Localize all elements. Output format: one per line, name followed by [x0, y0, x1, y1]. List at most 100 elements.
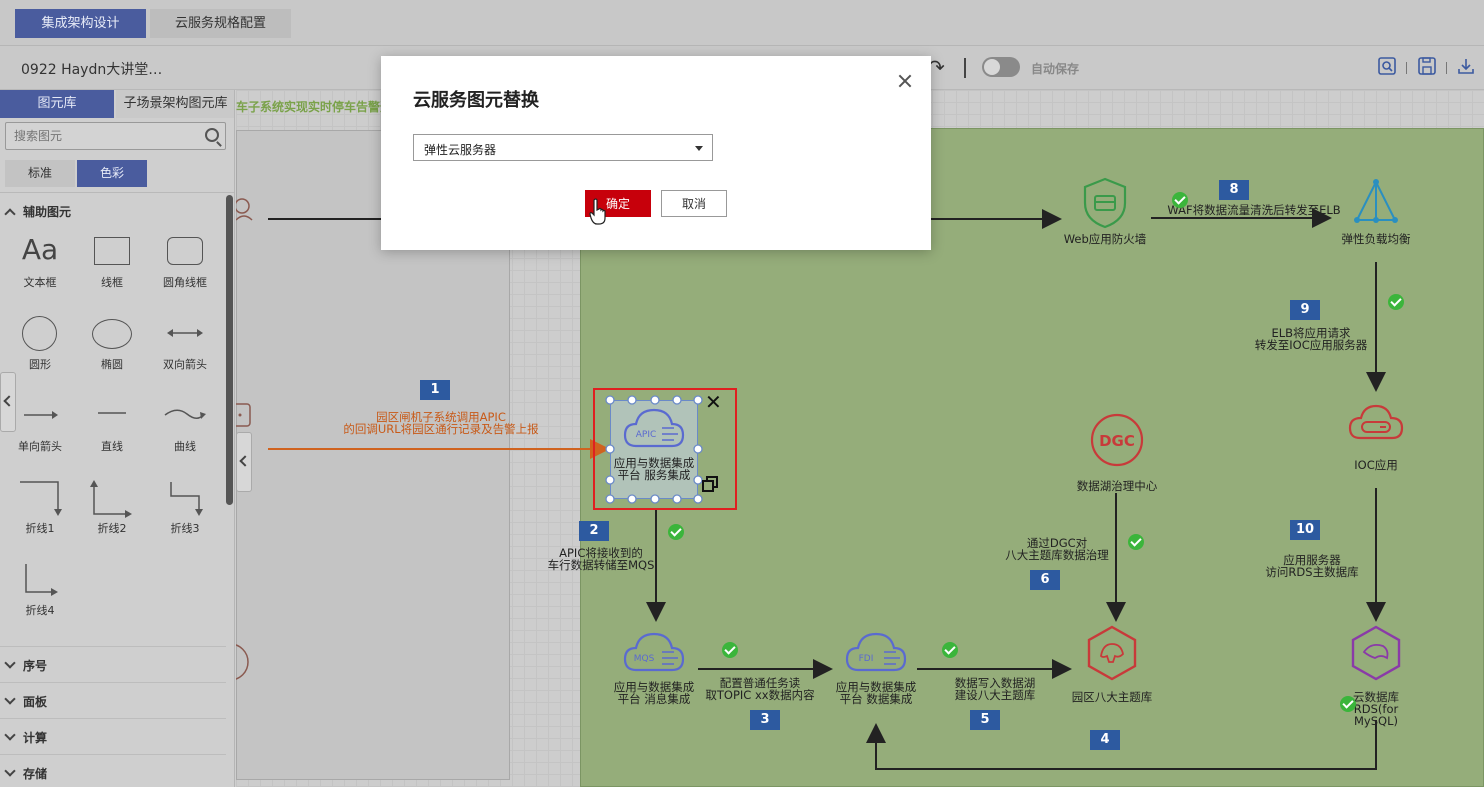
step-badge[interactable]: 8: [1219, 180, 1249, 200]
preview-icon[interactable]: [1377, 57, 1397, 77]
autosave-toggle[interactable]: [982, 57, 1020, 77]
node-label: Web应用防火墙: [1063, 232, 1147, 246]
text-glyph: Aa: [21, 233, 59, 266]
gate-device-icon[interactable]: [236, 402, 256, 432]
section-compute[interactable]: 计算: [4, 729, 47, 746]
chevron-down-icon: [4, 657, 16, 669]
node-waf[interactable]: Web应用防火墙: [1050, 176, 1160, 245]
cloud-service-select[interactable]: 弹性云服务器: [413, 134, 713, 161]
node-label: IOC应用: [1354, 458, 1398, 472]
shape-polyline-3[interactable]: 折线3: [155, 476, 215, 536]
section-storage[interactable]: 存储: [4, 765, 47, 782]
autosave-label: 自动保存: [1031, 62, 1080, 76]
top-tab-bar: 集成架构设计 云服务规格配置: [0, 0, 1484, 46]
shape-label: 圆角线框: [163, 276, 207, 289]
shape-circle[interactable]: 圆形: [10, 312, 70, 372]
shape-frame[interactable]: 线框: [82, 230, 142, 290]
section-aux-shapes[interactable]: 辅助图元: [4, 203, 71, 220]
polyline-icon: [82, 476, 142, 520]
tab-shape-library[interactable]: 图元库: [0, 90, 114, 118]
check-icon: [1340, 696, 1356, 712]
toolbar-divider: [1406, 62, 1407, 74]
polyline-icon: [10, 558, 70, 602]
shape-polyline-2[interactable]: 折线2: [82, 476, 142, 536]
shape-ellipse[interactable]: 椭圆: [82, 312, 142, 372]
shape-label: 圆形: [29, 358, 51, 371]
step-note[interactable]: ELB将应用请求 转发至IOC应用服务器: [1242, 327, 1380, 351]
step-note[interactable]: 通过DGC对 八大主题库数据治理: [992, 537, 1122, 561]
close-icon[interactable]: [898, 74, 912, 88]
collapse-left-handle[interactable]: [0, 372, 16, 432]
cancel-button[interactable]: 取消: [661, 190, 727, 217]
save-icon[interactable]: [1417, 57, 1437, 77]
shape-search-input[interactable]: [6, 123, 196, 149]
shape-label: 折线2: [97, 522, 127, 535]
shape-polyline-1[interactable]: 折线1: [10, 476, 70, 536]
step-badge[interactable]: 2: [579, 521, 609, 541]
step-badge[interactable]: 9: [1290, 300, 1320, 320]
shape-curve[interactable]: 曲线: [155, 394, 215, 454]
node-fdi[interactable]: FDI 应用与数据集成 平台 数据集成: [820, 628, 932, 705]
shape-textbox[interactable]: Aa 文本框: [10, 230, 70, 290]
step-note[interactable]: 园区闸机子系统调用APIC 的回调URL将园区通行记录及告警上报: [326, 411, 556, 435]
resize-handles[interactable]: [604, 394, 744, 509]
note-line: 转发至IOC应用服务器: [1254, 338, 1368, 352]
ellipse-shape-icon: [82, 312, 142, 356]
step-note[interactable]: 配置普通任务读 取TOPIC xx数据内容: [694, 677, 826, 701]
circle-shape-icon: [10, 312, 70, 356]
library-scrollbar[interactable]: [226, 195, 233, 505]
node-ioc[interactable]: IOC应用: [1328, 400, 1424, 471]
camera-icon[interactable]: [236, 638, 256, 688]
connector-line[interactable]: [866, 720, 1377, 770]
step-badge[interactable]: 4: [1090, 730, 1120, 750]
delete-node-icon[interactable]: ✕: [705, 390, 722, 414]
node-theme-lake[interactable]: 园区八大主题库: [1062, 624, 1162, 703]
section-panel[interactable]: 面板: [4, 693, 47, 710]
tab-cloud-spec-config[interactable]: 云服务规格配置: [150, 9, 291, 38]
copy-node-icon[interactable]: [702, 476, 718, 492]
step-badge[interactable]: 1: [420, 380, 450, 400]
curve-arrow-icon: [155, 394, 215, 438]
shield-icon: [1083, 177, 1127, 229]
node-label: 平台 数据集成: [839, 692, 913, 706]
note-line: 的回调URL将园区通行记录及告警上报: [343, 422, 539, 436]
step-note[interactable]: 数据写入数据湖 建设八大主题库: [930, 677, 1060, 701]
style-standard-button[interactable]: 标准: [5, 160, 75, 187]
double-arrow-icon: [155, 312, 215, 356]
icon-text: MQS: [634, 654, 655, 664]
shape-single-arrow[interactable]: 单向箭头: [10, 394, 70, 454]
shape-line[interactable]: 直线: [82, 394, 142, 454]
search-icon[interactable]: [205, 128, 219, 142]
divider: [0, 718, 226, 719]
step-badge[interactable]: 10: [1290, 520, 1320, 540]
collapse-library-handle[interactable]: [236, 432, 252, 492]
node-rds[interactable]: 云数据库 RDS(for MySQL): [1328, 624, 1424, 727]
shape-double-arrow[interactable]: 双向箭头: [155, 312, 215, 372]
shape-polyline-4[interactable]: 折线4: [10, 558, 70, 618]
download-icon[interactable]: [1456, 57, 1476, 77]
fdi-cloud-icon: FDI: [845, 632, 907, 672]
database-hexagon-icon: [1087, 625, 1137, 681]
line-icon: [82, 394, 142, 438]
load-balancer-icon: [1354, 179, 1398, 223]
arrow-right-icon: [10, 394, 70, 438]
dialog-title: 云服务图元替换: [413, 90, 539, 111]
shape-label: 直线: [101, 440, 123, 453]
chevron-down-icon: [4, 693, 16, 705]
shape-rounded-frame[interactable]: 圆角线框: [155, 230, 215, 290]
node-label: 数据湖治理中心: [1076, 479, 1158, 493]
step-note[interactable]: 应用服务器 访问RDS主数据库: [1252, 554, 1372, 578]
select-value: 弹性云服务器: [424, 143, 497, 157]
document-title[interactable]: 0922 Haydn大讲堂…: [21, 59, 162, 79]
step-badge[interactable]: 5: [970, 710, 1000, 730]
style-color-button[interactable]: 色彩: [77, 160, 147, 187]
step-badge[interactable]: 6: [1030, 570, 1060, 590]
tab-integration-design[interactable]: 集成架构设计: [15, 9, 146, 38]
step-badge[interactable]: 3: [750, 710, 780, 730]
tab-scene-library[interactable]: 子场景架构图元库: [116, 90, 234, 118]
section-sequence[interactable]: 序号: [4, 657, 47, 674]
node-dgc[interactable]: DGC 数据湖治理中心: [1062, 412, 1172, 492]
step-note[interactable]: APIC将接收到的 车行数据转储至MQS: [526, 547, 676, 571]
shape-label: 折线1: [25, 522, 55, 535]
person-icon[interactable]: [236, 186, 266, 226]
